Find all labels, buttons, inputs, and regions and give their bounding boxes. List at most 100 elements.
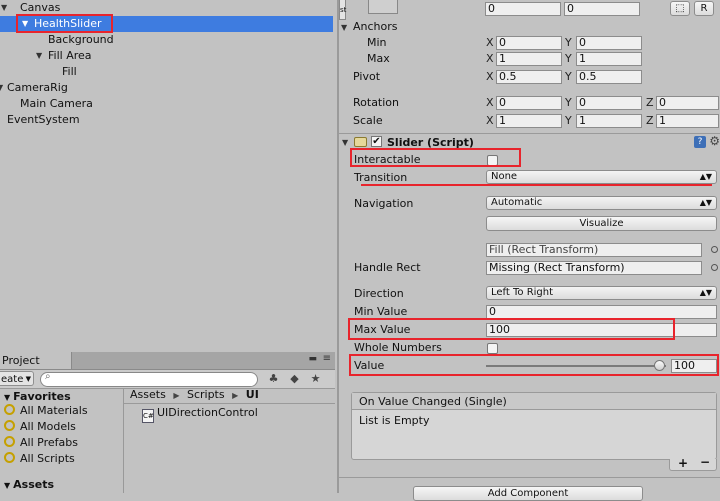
file-label: UIDirectionControl <box>157 406 258 419</box>
expand-arrow-icon[interactable]: ▼ <box>36 48 42 64</box>
anchor-preset-icon[interactable] <box>368 0 398 14</box>
value-field[interactable]: 100 <box>671 359 717 373</box>
slider-thumb[interactable] <box>653 360 665 371</box>
max-value-label: Max Value <box>354 323 411 336</box>
transition-value: None <box>491 171 518 182</box>
direction-dropdown[interactable]: Left To Right ▲▼ <box>486 286 717 300</box>
pos-y-field[interactable]: 0 <box>564 2 640 16</box>
scale-y-field[interactable]: 1 <box>576 114 642 128</box>
chevron-down-icon: ▼ <box>25 375 31 383</box>
pivot-y-field[interactable]: 0.5 <box>576 70 642 84</box>
scale-z-field[interactable]: 1 <box>656 114 719 128</box>
rotation-z-field[interactable]: 0 <box>656 96 719 110</box>
favorite-label: All Materials <box>20 404 88 417</box>
search-input[interactable]: ⌕ <box>40 371 258 387</box>
fill-rect-field[interactable]: Fill (Rect Transform) <box>486 243 702 257</box>
hierarchy-item-background[interactable]: Background <box>0 32 333 48</box>
favorite-item[interactable]: All Models <box>4 419 76 435</box>
component-enabled-checkbox[interactable]: ✔ <box>371 136 382 147</box>
hierarchy-label: Background <box>48 33 114 46</box>
favorite-item[interactable]: All Scripts <box>4 451 75 467</box>
slider-script-icon <box>354 137 367 147</box>
breadcrumb: Assets ▶ Scripts ▶ UI <box>130 388 259 403</box>
create-button[interactable]: eate ▼ <box>0 371 34 386</box>
filter-label-icon[interactable]: ◆ <box>286 372 303 386</box>
hierarchy-item-camerarig[interactable]: ▼ CameraRig <box>0 80 333 96</box>
visualize-button[interactable]: Visualize <box>486 216 717 231</box>
favorite-star-icon[interactable]: ★ <box>307 372 324 386</box>
scale-x-field[interactable]: 1 <box>496 114 562 128</box>
breadcrumb-separator-icon: ▶ <box>173 391 180 400</box>
add-component-button[interactable]: Add Component <box>413 486 643 501</box>
remove-event-icon[interactable]: − <box>700 455 710 469</box>
assets-header[interactable]: ▼ Assets <box>4 477 54 494</box>
pivot-x-field[interactable]: 0.5 <box>496 70 562 84</box>
rotation-label: Rotation <box>353 96 400 109</box>
expand-arrow-icon[interactable]: ▼ <box>341 20 347 36</box>
search-filter-icon <box>4 436 15 447</box>
axis-x-label: X <box>486 70 494 83</box>
transition-dropdown[interactable]: None ▲▼ <box>486 170 717 184</box>
expand-arrow-icon[interactable]: ▼ <box>22 16 28 32</box>
tab-label: Project <box>2 354 40 367</box>
handle-rect-label: Handle Rect <box>354 261 421 274</box>
interactable-checkbox[interactable] <box>487 155 498 166</box>
anchor-max-y-field[interactable]: 1 <box>576 52 642 66</box>
tab-project[interactable]: Project <box>0 352 72 369</box>
gear-icon[interactable]: ⚙ <box>709 134 720 148</box>
project-panel: Project ▬ ≡ eate ▼ ⌕ ♣ ◆ ★ ▼ Favorites Al… <box>0 352 335 493</box>
whole-numbers-checkbox[interactable] <box>487 343 498 354</box>
assets-label: Assets <box>13 478 55 491</box>
navigation-dropdown[interactable]: Automatic ▲▼ <box>486 196 717 210</box>
help-icon[interactable]: ? <box>694 136 706 148</box>
handle-rect-field[interactable]: Missing (Rect Transform) <box>486 261 702 275</box>
anchor-max-x-field[interactable]: 1 <box>496 52 562 66</box>
anchor-min-x-field[interactable]: 0 <box>496 36 562 50</box>
file-item[interactable]: C# UIDirectionControl <box>142 406 258 423</box>
raw-edit-button[interactable]: R <box>694 1 714 16</box>
hierarchy-item-fill[interactable]: Fill <box>0 64 333 80</box>
project-tabbar: Project ▬ ≡ <box>0 352 335 370</box>
object-picker-icon[interactable] <box>711 246 718 253</box>
menu-icon[interactable]: ≡ <box>323 353 331 364</box>
blueprint-mode-button[interactable]: ⬚ <box>670 1 690 16</box>
slider-component-header[interactable]: ▼ ✔ Slider (Script) ? ⚙ <box>339 134 720 151</box>
object-picker-icon[interactable] <box>711 264 718 271</box>
lock-icon[interactable]: ▬ <box>308 354 317 364</box>
anchor-min-y-field[interactable]: 0 <box>576 36 642 50</box>
hierarchy-item-canvas[interactable]: ▼ Canvas <box>0 0 333 16</box>
rotation-y-field[interactable]: 0 <box>576 96 642 110</box>
axis-x-label: X <box>486 52 494 65</box>
interactable-label: Interactable <box>354 153 421 166</box>
component-title: Slider (Script) <box>387 136 474 149</box>
min-value-field[interactable]: 0 <box>486 305 717 319</box>
axis-y-label: Y <box>565 70 572 83</box>
axis-x-label: X <box>486 36 494 49</box>
breadcrumb-item[interactable]: UI <box>246 388 259 401</box>
hierarchy-label: EventSystem <box>7 113 80 126</box>
max-value-field[interactable]: 100 <box>486 323 717 337</box>
axis-y-label: Y <box>565 52 572 65</box>
search-filter-icon <box>4 452 15 463</box>
filter-type-icon[interactable]: ♣ <box>265 372 282 386</box>
expand-arrow-icon[interactable]: ▼ <box>342 135 348 151</box>
favorite-item[interactable]: All Prefabs <box>4 435 78 451</box>
csharp-script-icon: C# <box>142 409 154 423</box>
hierarchy-item-main-camera[interactable]: Main Camera <box>0 96 333 112</box>
hierarchy-item-eventsystem[interactable]: EventSystem <box>0 112 333 128</box>
breadcrumb-item[interactable]: Scripts <box>187 388 225 401</box>
project-toolbar: eate ▼ ⌕ ♣ ◆ ★ <box>0 370 335 389</box>
hierarchy-item-fill-area[interactable]: ▼ Fill Area <box>0 48 333 64</box>
expand-arrow-icon[interactable]: ▼ <box>1 0 7 16</box>
rotation-x-field[interactable]: 0 <box>496 96 562 110</box>
anchor-preset-tab[interactable]: st <box>339 0 346 20</box>
value-slider[interactable] <box>486 358 666 374</box>
expand-arrow-icon[interactable]: ▼ <box>0 80 3 96</box>
pos-x-field[interactable]: 0 <box>485 2 561 16</box>
hierarchy-item-healthslider[interactable]: ▼ HealthSlider <box>0 16 333 32</box>
axis-z-label: Z <box>646 114 654 127</box>
favorite-item[interactable]: All Materials <box>4 403 88 419</box>
anchors-label: Anchors <box>353 20 398 33</box>
breadcrumb-item[interactable]: Assets <box>130 388 166 401</box>
add-event-icon[interactable]: + <box>678 456 688 470</box>
